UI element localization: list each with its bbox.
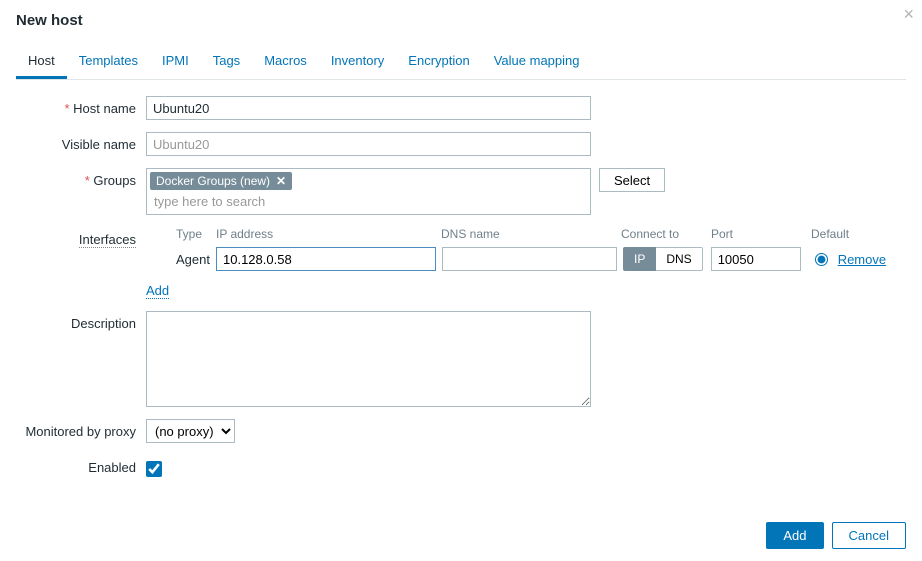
tab-ipmi[interactable]: IPMI [150,45,201,79]
connect-dns-button[interactable]: DNS [656,247,702,271]
close-button[interactable]: × [903,4,914,25]
new-host-modal: × New host Host Templates IPMI Tags Macr… [0,0,922,477]
label-proxy: Monitored by proxy [16,419,146,439]
row-host-name: Host name [16,96,906,120]
label-visible-name: Visible name [16,132,146,152]
col-header-dns: DNS name [441,227,621,241]
interfaces-header: Type IP address DNS name Connect to Port… [146,227,901,241]
groups-multiselect[interactable]: Docker Groups (new) ✕ [146,168,591,215]
row-add-interface: Add [16,283,906,299]
remove-interface-link[interactable]: Remove [838,252,886,267]
form-area: Host name Visible name Groups Docker Gro… [16,80,906,477]
enabled-checkbox[interactable] [146,461,162,477]
col-header-type: Type [146,227,216,241]
interface-type: Agent [146,252,216,267]
connect-to-toggle: IP DNS [623,247,703,271]
row-enabled: Enabled [16,455,906,477]
ip-address-input[interactable] [216,247,436,271]
label-interfaces: Interfaces [16,227,146,247]
proxy-select[interactable]: (no proxy) [146,419,235,443]
col-header-connect: Connect to [621,227,711,241]
tab-macros[interactable]: Macros [252,45,319,79]
cancel-button[interactable]: Cancel [832,522,906,549]
row-proxy: Monitored by proxy (no proxy) [16,419,906,443]
visible-name-input[interactable] [146,132,591,156]
dns-name-input[interactable] [442,247,617,271]
col-header-ip: IP address [216,227,441,241]
modal-title: New host [16,12,906,29]
tab-encryption[interactable]: Encryption [396,45,481,79]
groups-select-button[interactable]: Select [599,168,665,192]
tab-value-mapping[interactable]: Value mapping [482,45,592,79]
connect-ip-button[interactable]: IP [623,247,656,271]
interfaces-table: Type IP address DNS name Connect to Port… [146,227,901,271]
add-button[interactable]: Add [766,522,823,549]
label-host-name: Host name [16,96,146,116]
group-tag: Docker Groups (new) ✕ [150,172,292,190]
row-interfaces: Interfaces Type IP address DNS name Conn… [16,227,906,271]
tab-templates[interactable]: Templates [67,45,150,79]
row-visible-name: Visible name [16,132,906,156]
description-textarea[interactable] [146,311,591,407]
default-radio[interactable] [815,253,828,266]
port-input[interactable] [711,247,801,271]
tab-bar: Host Templates IPMI Tags Macros Inventor… [16,45,906,80]
group-tag-remove-icon[interactable]: ✕ [276,174,286,188]
label-description: Description [16,311,146,331]
interface-row: Agent IP DNS Remove [146,247,901,271]
host-name-input[interactable] [146,96,591,120]
col-header-default: Default [811,227,901,241]
label-groups: Groups [16,168,146,188]
label-enabled: Enabled [16,455,146,475]
tab-inventory[interactable]: Inventory [319,45,396,79]
add-interface-link[interactable]: Add [146,283,169,299]
col-header-port: Port [711,227,811,241]
footer-buttons: Add Cancel [766,522,906,549]
tab-tags[interactable]: Tags [201,45,252,79]
tab-host[interactable]: Host [16,45,67,79]
group-tag-label: Docker Groups (new) [156,174,270,188]
row-groups: Groups Docker Groups (new) ✕ Select [16,168,906,215]
groups-search-input[interactable] [150,192,587,211]
row-description: Description [16,311,906,407]
